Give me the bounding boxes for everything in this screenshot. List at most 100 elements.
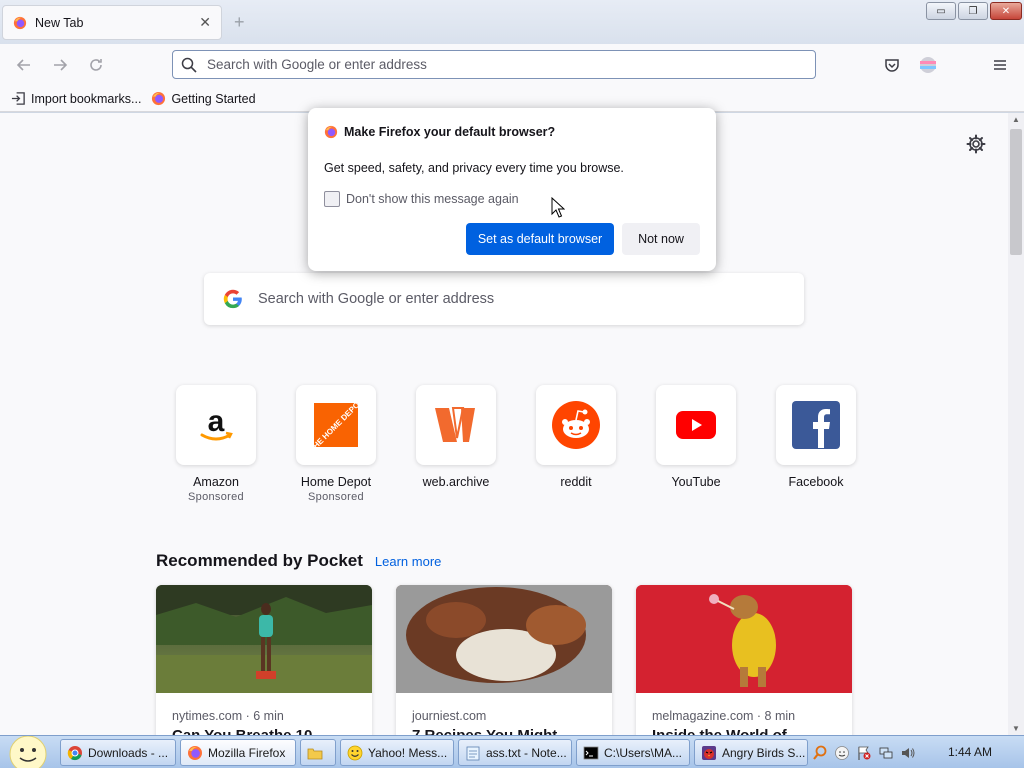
top-sites: a Amazon Sponsored THE HOME DEPOT Home D… xyxy=(156,385,876,503)
back-arrow-icon xyxy=(16,59,30,71)
folder-icon xyxy=(307,748,323,759)
card-title: Can You Breathe 10 xyxy=(156,727,372,735)
not-now-button[interactable]: Not now xyxy=(622,223,700,255)
top-site-tile xyxy=(416,385,496,465)
learn-more-link[interactable]: Learn more xyxy=(375,554,441,569)
taskbar-item-angry-birds[interactable]: Angry Birds S... xyxy=(694,739,808,766)
taskbar-item-folder[interactable] xyxy=(300,739,336,766)
reload-button[interactable] xyxy=(85,54,107,76)
hamburger-menu-icon xyxy=(994,60,1006,70)
dont-show-again-label: Don't show this message again xyxy=(346,192,519,206)
network-icon[interactable] xyxy=(878,745,894,761)
top-site-tile: THE HOME DEPOT xyxy=(296,385,376,465)
card-image xyxy=(396,585,612,693)
taskbar-item-downloads[interactable]: Downloads - ... xyxy=(60,739,176,766)
scroll-up-icon[interactable]: ▲ xyxy=(1012,115,1020,124)
search-tray-icon[interactable] xyxy=(812,745,828,761)
app-menu-button[interactable] xyxy=(989,54,1011,76)
top-site-label: Facebook xyxy=(788,475,844,489)
command-prompt-icon xyxy=(583,746,599,759)
action-center-flag-icon[interactable] xyxy=(856,745,872,761)
svg-text:a: a xyxy=(208,405,225,438)
taskbar-item-firefox[interactable]: Mozilla Firefox xyxy=(180,739,296,766)
pocket-header: Recommended by Pocket Learn more xyxy=(156,551,441,571)
card-source: melmagazine.com · 8 min xyxy=(652,709,796,723)
tab-title: New Tab xyxy=(35,15,84,30)
bookmark-import[interactable]: Import bookmarks... xyxy=(11,91,141,106)
new-tab-button[interactable]: + xyxy=(234,12,245,33)
taskbar-item-notepad[interactable]: ass.txt - Note... xyxy=(458,739,572,766)
tab-close-icon[interactable]: ✕ xyxy=(199,14,211,31)
reload-icon xyxy=(90,59,102,71)
bookmark-getting-started[interactable]: Getting Started xyxy=(151,91,256,106)
scroll-thumb[interactable] xyxy=(1010,129,1022,255)
search-icon xyxy=(181,57,197,73)
yahoo-messenger-icon xyxy=(347,745,363,760)
forward-button[interactable] xyxy=(49,54,71,76)
web-archive-logo-icon xyxy=(435,407,475,442)
vertical-scrollbar[interactable]: ▲ ▼ xyxy=(1008,113,1024,735)
card-title: Inside the World of xyxy=(636,727,852,735)
mouse-cursor-icon xyxy=(551,197,565,218)
pocket-icon xyxy=(885,59,899,72)
card-photo xyxy=(396,585,612,693)
taskbar-item-label: Yahoo! Mess... xyxy=(368,745,448,760)
top-site-label: web.archive xyxy=(422,475,490,489)
tab-new-tab[interactable]: New Tab ✕ xyxy=(2,5,222,40)
card-photo xyxy=(636,585,852,693)
top-site-facebook[interactable]: Facebook xyxy=(756,385,876,503)
taskbar-item-command-prompt[interactable]: C:\Users\MA... xyxy=(576,739,690,766)
facebook-logo-icon xyxy=(792,401,840,449)
firefox-icon xyxy=(152,91,166,106)
pocket-button[interactable] xyxy=(881,54,903,76)
top-site-home-depot[interactable]: THE HOME DEPOT Home Depot Sponsored xyxy=(276,385,396,503)
scroll-down-icon[interactable]: ▼ xyxy=(1012,724,1020,733)
dont-show-again-checkbox[interactable] xyxy=(324,191,340,207)
address-input[interactable] xyxy=(207,57,787,72)
dont-show-again-option[interactable]: Don't show this message again xyxy=(324,191,519,207)
close-window-button[interactable]: ✕ xyxy=(990,2,1022,20)
address-bar[interactable] xyxy=(172,50,816,79)
taskbar-item-yahoo-messenger[interactable]: Yahoo! Mess... xyxy=(340,739,454,766)
google-icon xyxy=(223,289,242,309)
restore-button[interactable]: ❐ xyxy=(958,2,988,20)
gear-icon[interactable] xyxy=(966,134,986,154)
top-site-reddit[interactable]: reddit xyxy=(516,385,636,503)
forward-arrow-icon xyxy=(54,59,68,71)
taskbar-item-label: C:\Users\MA... xyxy=(604,745,683,760)
window-controls: ▭ ❐ ✕ xyxy=(926,2,1022,20)
card-image xyxy=(636,585,852,693)
top-site-youtube[interactable]: YouTube xyxy=(636,385,756,503)
set-default-browser-button[interactable]: Set as default browser xyxy=(466,223,614,255)
taskbar-item-label: Angry Birds S... xyxy=(722,745,806,760)
volume-icon[interactable] xyxy=(900,745,916,761)
pocket-card[interactable]: journiest.com 7 Recipes You Might xyxy=(396,585,612,735)
start-button-icon[interactable] xyxy=(8,736,48,768)
reddit-logo-icon xyxy=(552,401,600,449)
card-photo xyxy=(156,585,372,693)
clock[interactable]: 1:44 AM xyxy=(948,745,992,759)
system-tray xyxy=(812,738,916,767)
amazon-logo-icon: a xyxy=(200,405,233,441)
top-site-amazon[interactable]: a Amazon Sponsored xyxy=(156,385,276,503)
dialog-title-text: Make Firefox your default browser? xyxy=(344,125,556,139)
top-site-tile xyxy=(536,385,616,465)
top-site-label: Home Depot xyxy=(300,475,372,489)
messenger-tray-icon[interactable] xyxy=(834,745,850,761)
new-tab-search[interactable]: Search with Google or enter address xyxy=(204,273,804,325)
notepad-icon xyxy=(466,746,480,760)
angry-birds-icon xyxy=(702,745,716,760)
minimize-button[interactable]: ▭ xyxy=(926,2,956,20)
pocket-card[interactable]: nytimes.com · 6 min Can You Breathe 10 xyxy=(156,585,372,735)
top-site-label: reddit xyxy=(560,475,592,489)
account-button[interactable] xyxy=(917,54,939,76)
top-site-tile xyxy=(656,385,736,465)
default-browser-dialog: Make Firefox your default browser? Get s… xyxy=(308,108,716,271)
pocket-card[interactable]: melmagazine.com · 8 min Inside the World… xyxy=(636,585,852,735)
card-source: journiest.com xyxy=(412,709,487,723)
taskbar-item-label: Mozilla Firefox xyxy=(208,745,286,760)
top-site-web-archive[interactable]: web.archive xyxy=(396,385,516,503)
pocket-cards: nytimes.com · 6 min Can You Breathe 10 j… xyxy=(156,585,852,735)
back-button[interactable] xyxy=(13,54,35,76)
dialog-title: Make Firefox your default browser? xyxy=(324,125,555,139)
